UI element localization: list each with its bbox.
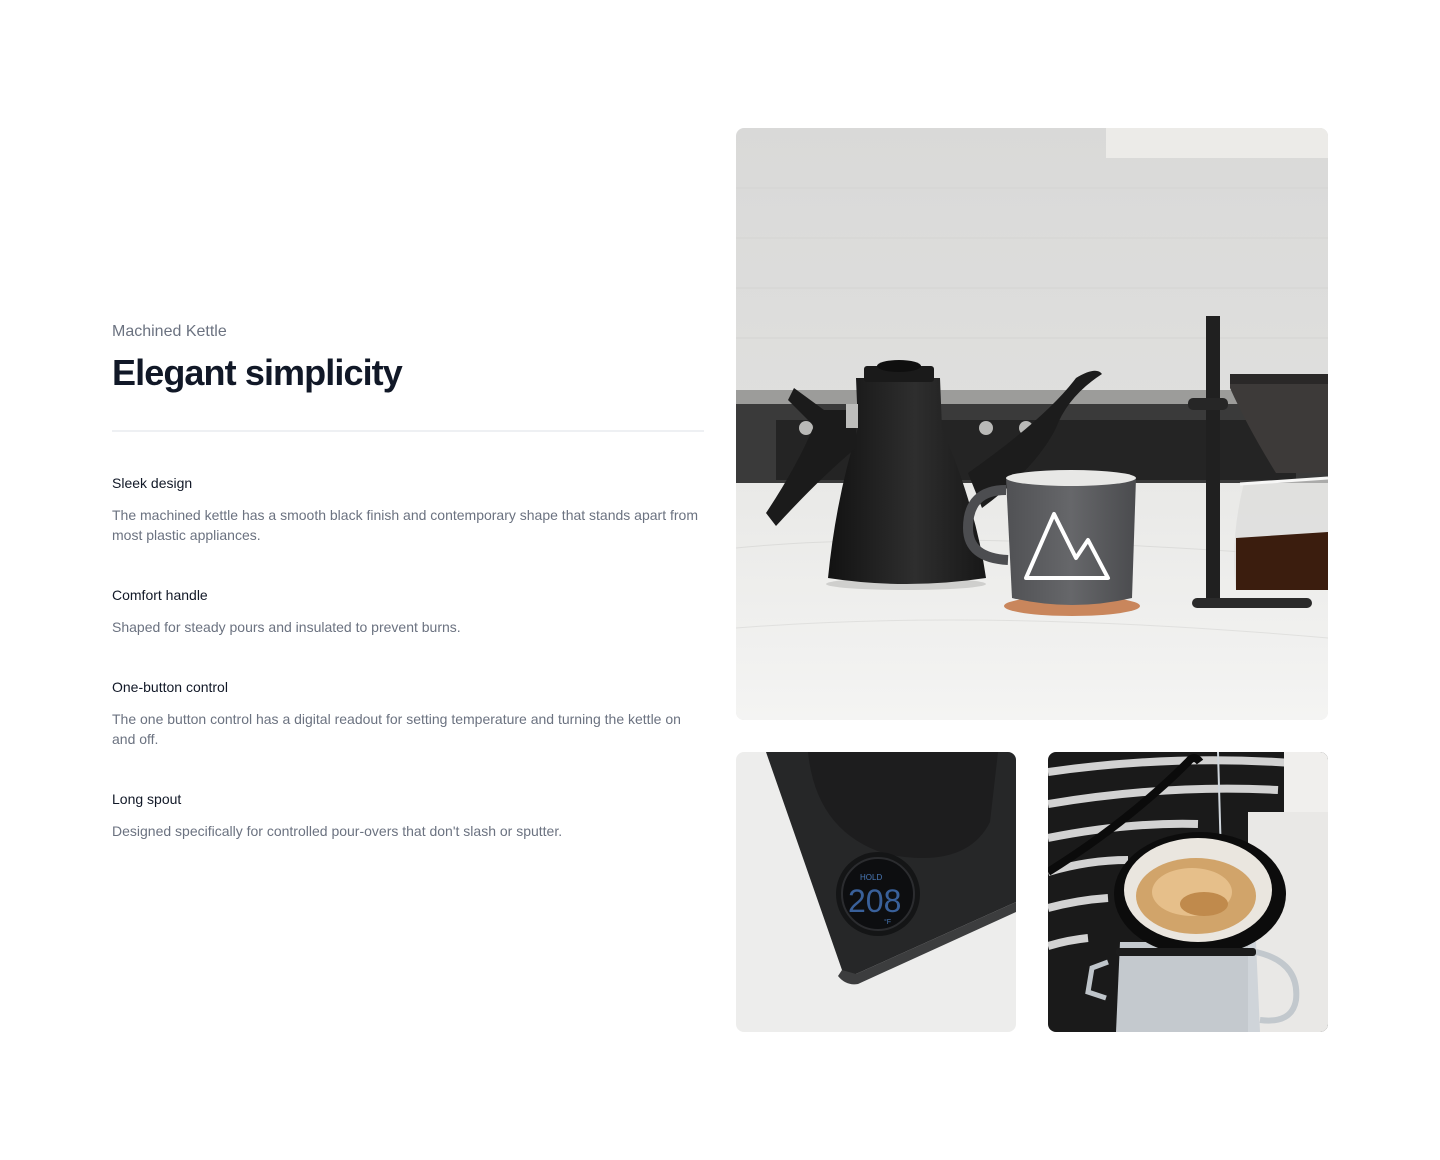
readout-unit: °F (884, 918, 891, 926)
feature-description: The machined kettle has a smooth black f… (112, 507, 698, 543)
product-photo-pourover (1048, 752, 1328, 1032)
feature-description: Designed specifically for controlled pou… (112, 823, 563, 839)
product-photo-readout: HOLD 208 °F (736, 752, 1016, 1032)
readout-value: 208 (848, 883, 901, 919)
feature-description: The one button control has a digital rea… (112, 711, 681, 747)
feature-name: Comfort handle (112, 587, 208, 603)
product-title: Elegant simplicity (112, 352, 403, 393)
readout-label: HOLD (860, 873, 882, 882)
feature-item: Sleek design The machined kettle has a s… (112, 473, 704, 545)
product-photo-main (736, 128, 1328, 720)
feature-name: One-button control (112, 679, 228, 695)
feature-item: Comfort handle Shaped for steady pours a… (112, 585, 704, 637)
feature-description: Shaped for steady pours and insulated to… (112, 619, 461, 635)
feature-item: One-button control The one button contro… (112, 677, 704, 749)
product-eyebrow: Machined Kettle (112, 323, 227, 340)
feature-name: Sleek design (112, 475, 193, 491)
section-divider (112, 430, 704, 432)
feature-item: Long spout Designed specifically for con… (112, 789, 704, 841)
feature-name: Long spout (112, 791, 182, 807)
